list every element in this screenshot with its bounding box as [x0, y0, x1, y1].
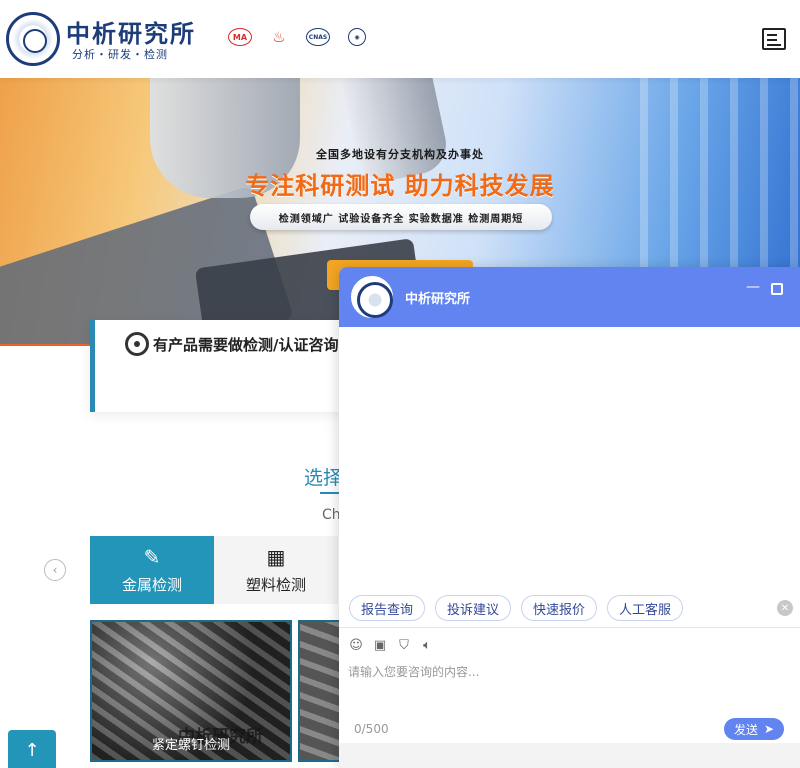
- quick-reply-quote[interactable]: 快速报价: [521, 595, 598, 621]
- metal-test-icon: ✎: [143, 544, 161, 569]
- chat-divider: [339, 627, 800, 628]
- product-label: 紧定螺钉检测: [151, 738, 230, 753]
- arrow-up-icon: ↑: [24, 739, 40, 761]
- section-subtitle: Ch: [322, 507, 341, 523]
- banner-features: 检测领域广 试验设备齐全 实验数据准 检测周期短: [250, 204, 552, 230]
- ilac-cert-icon: ◉: [348, 28, 366, 46]
- logo-seal-icon[interactable]: [6, 12, 60, 66]
- flame-cert-icon: ♨: [272, 28, 286, 46]
- chat-message-input[interactable]: [348, 663, 788, 713]
- headset-icon: [125, 332, 149, 356]
- chat-header: 中析研究所 —: [339, 267, 800, 327]
- chat-widget: 中析研究所 — 报告查询 投诉建议 快速报价 人工客服 ✕ ☺ ▣ ⛉ 🔈︎ 0…: [339, 267, 800, 768]
- send-label: 发送: [733, 722, 758, 737]
- section-title: 选择: [304, 467, 343, 489]
- tab-plastic-test[interactable]: ▦ 塑料检测: [214, 536, 338, 604]
- chat-title: 中析研究所: [405, 292, 471, 307]
- cma-cert-icon: MA: [228, 28, 252, 46]
- carousel-prev-button[interactable]: ‹: [44, 559, 66, 581]
- char-counter: 0/500: [354, 722, 389, 736]
- chevron-left-icon: ‹: [52, 563, 58, 577]
- cnas-cert-icon: CNAS: [306, 28, 330, 46]
- send-arrow-icon: ➤: [763, 722, 775, 736]
- send-button[interactable]: 发送 ➤: [724, 718, 784, 740]
- banner-top-line: 全国多地设有分支机构及办事处: [316, 148, 484, 161]
- page: 中析研究所 分析・研发・检测 MA ♨ CNAS ◉ 全国多地设有分支机构及办事…: [0, 0, 800, 768]
- quick-reply-row: 报告查询 投诉建议 快速报价 人工客服: [349, 595, 684, 621]
- tab-metal-test[interactable]: ✎ 金属检测: [90, 536, 214, 604]
- tab-label: 金属检测: [121, 575, 182, 594]
- consult-text: 有产品需要做检测/认证咨询: [153, 336, 339, 354]
- chat-messages: [339, 327, 800, 587]
- minimize-icon[interactable]: —: [746, 280, 760, 297]
- banner-headline: 专注科研测试 助力科技发展: [245, 172, 555, 200]
- brand-tagline: 分析・研发・检测: [72, 48, 168, 61]
- brand-name[interactable]: 中析研究所: [66, 14, 196, 49]
- shield-icon[interactable]: ⛉: [396, 638, 412, 654]
- quick-reply-agent[interactable]: 人工客服: [607, 595, 684, 621]
- emoji-icon[interactable]: ☺: [348, 638, 364, 654]
- chat-avatar: [351, 276, 393, 318]
- speaker-icon[interactable]: 🔈︎: [419, 638, 435, 654]
- close-icon[interactable]: ✕: [777, 600, 793, 616]
- quick-reply-complaint[interactable]: 投诉建议: [435, 595, 512, 621]
- tab-label: 塑料检测: [245, 575, 306, 594]
- menu-list-icon[interactable]: [762, 28, 786, 50]
- product-card-set-screw[interactable]: 中析研究所 紧定螺钉检测: [90, 620, 292, 762]
- quick-reply-report[interactable]: 报告查询: [349, 595, 426, 621]
- back-to-top-button[interactable]: ↑: [8, 730, 56, 768]
- chat-footer: [339, 743, 800, 768]
- site-header: 中析研究所 分析・研发・检测 MA ♨ CNAS ◉: [0, 0, 800, 78]
- maximize-icon[interactable]: [771, 283, 783, 295]
- image-icon[interactable]: ▣: [372, 638, 388, 654]
- plastic-test-icon: ▦: [266, 544, 286, 569]
